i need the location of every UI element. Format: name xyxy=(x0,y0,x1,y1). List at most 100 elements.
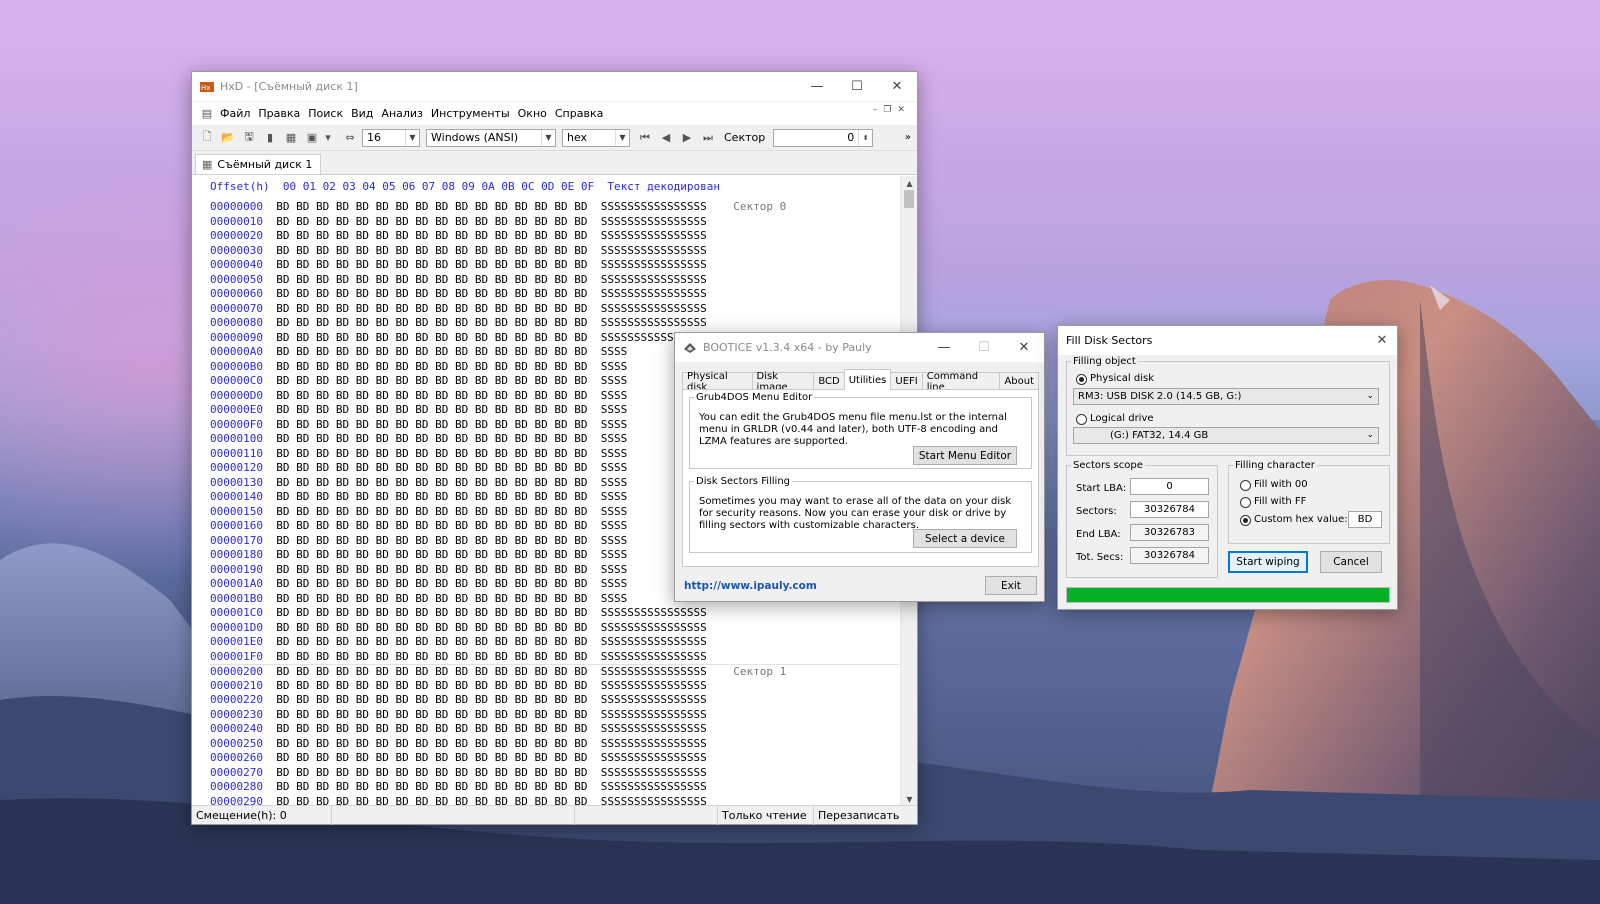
row-text[interactable]: SSSSSSSSSSSSSSSS xyxy=(601,665,707,678)
hex-row[interactable]: 000001D0 BD BD BD BD BD BD BD BD BD BD B… xyxy=(210,621,902,636)
save-icon[interactable]: 🖫 xyxy=(240,129,258,147)
row-text[interactable]: SSSS xyxy=(601,476,628,489)
row-bytes[interactable]: BD BD BD BD BD BD BD BD BD BD BD BD BD B… xyxy=(276,374,587,387)
row-bytes[interactable]: BD BD BD BD BD BD BD BD BD BD BD BD BD B… xyxy=(276,548,587,561)
bytes-per-row-select[interactable]: 16 ▼ xyxy=(362,128,420,147)
row-text[interactable]: SSSSSSSSSSSSSSSS xyxy=(601,244,707,257)
hex-row[interactable]: 00000040 BD BD BD BD BD BD BD BD BD BD B… xyxy=(210,258,902,273)
open-disk-icon[interactable]: ▮ xyxy=(261,129,279,147)
row-bytes[interactable]: BD BD BD BD BD BD BD BD BD BD BD BD BD B… xyxy=(276,708,587,721)
hex-row[interactable]: 00000240 BD BD BD BD BD BD BD BD BD BD B… xyxy=(210,722,902,737)
next-sector-icon[interactable]: ▶ xyxy=(678,129,696,147)
row-bytes[interactable]: BD BD BD BD BD BD BD BD BD BD BD BD BD B… xyxy=(276,693,587,706)
hxd-titlebar[interactable]: Hx HxD - [Съёмный диск 1] — ☐ ✕ xyxy=(192,72,917,101)
row-bytes[interactable]: BD BD BD BD BD BD BD BD BD BD BD BD BD B… xyxy=(276,229,587,242)
custom-hex-input[interactable]: BD xyxy=(1348,511,1382,528)
row-text[interactable]: SSSSSSSSSSSSSSSS xyxy=(601,635,707,648)
row-text[interactable]: SSSS xyxy=(601,548,628,561)
spinner-icon[interactable]: ⬍ xyxy=(858,129,872,146)
row-text[interactable]: SSSS xyxy=(601,447,628,460)
open-ram-icon[interactable]: ▦ xyxy=(282,129,300,147)
hex-row[interactable]: 00000000 BD BD BD BD BD BD BD BD BD BD B… xyxy=(210,200,902,215)
hex-row[interactable]: 00000210 BD BD BD BD BD BD BD BD BD BD B… xyxy=(210,679,902,694)
row-text[interactable]: SSSSSSSSSSSSSSSS xyxy=(601,766,707,779)
row-text[interactable]: SSSS xyxy=(601,374,628,387)
close-button[interactable]: ✕ xyxy=(1367,326,1397,355)
row-text[interactable]: SSSSSSSSSSSSSSSS xyxy=(601,780,707,793)
row-text[interactable]: SSSS xyxy=(601,461,628,474)
row-text[interactable]: SSSSSSSSSSSSSSSS xyxy=(601,693,707,706)
scroll-down-icon[interactable]: ▼ xyxy=(901,792,918,806)
row-text[interactable]: SSSS xyxy=(601,519,628,532)
hex-row[interactable]: 00000250 BD BD BD BD BD BD BD BD BD BD B… xyxy=(210,737,902,752)
hex-row[interactable]: 00000020 BD BD BD BD BD BD BD BD BD BD B… xyxy=(210,229,902,244)
dropdown-icon[interactable]: ▾ xyxy=(324,129,332,147)
menu-edit[interactable]: Правка xyxy=(258,107,300,120)
scroll-up-icon[interactable]: ▲ xyxy=(901,176,918,190)
logical-drive-label[interactable]: Logical drive xyxy=(1090,413,1154,424)
menu-help[interactable]: Справка xyxy=(555,107,603,120)
row-bytes[interactable]: BD BD BD BD BD BD BD BD BD BD BD BD BD B… xyxy=(276,418,587,431)
select-device-button[interactable]: Select a device xyxy=(913,529,1017,548)
offset-base-select[interactable]: hex ▼ xyxy=(562,128,630,147)
tab-disk-image[interactable]: Disk image xyxy=(751,371,815,393)
row-text[interactable]: SSSSSSSSSSSSSSSS xyxy=(601,722,707,735)
row-bytes[interactable]: BD BD BD BD BD BD BD BD BD BD BD BD BD B… xyxy=(276,679,587,692)
fill-00-label[interactable]: Fill with 00 xyxy=(1254,479,1308,490)
physical-disk-select[interactable]: RM3: USB DISK 2.0 (14.5 GB, G:) ⌄ xyxy=(1073,388,1379,405)
row-text[interactable]: SSSS xyxy=(601,418,628,431)
row-bytes[interactable]: BD BD BD BD BD BD BD BD BD BD BD BD BD B… xyxy=(276,331,587,344)
row-bytes[interactable]: BD BD BD BD BD BD BD BD BD BD BD BD BD B… xyxy=(276,316,587,329)
prev-sector-icon[interactable]: ◀ xyxy=(657,129,675,147)
row-text[interactable]: SSSS xyxy=(601,577,628,590)
properties-icon[interactable]: ▣ xyxy=(303,129,321,147)
row-bytes[interactable]: BD BD BD BD BD BD BD BD BD BD BD BD BD B… xyxy=(276,780,587,793)
start-wiping-button[interactable]: Start wiping xyxy=(1228,551,1308,573)
minimize-button[interactable]: — xyxy=(924,333,964,362)
exit-button[interactable]: Exit xyxy=(985,576,1037,595)
row-text[interactable]: SSSS xyxy=(601,563,628,576)
hex-row[interactable]: 00000260 BD BD BD BD BD BD BD BD BD BD B… xyxy=(210,751,902,766)
fill-ff-radio[interactable] xyxy=(1240,497,1251,508)
row-text[interactable]: SSSSSSSSSSSSSSSS xyxy=(601,621,707,634)
row-bytes[interactable]: BD BD BD BD BD BD BD BD BD BD BD BD BD B… xyxy=(276,606,587,619)
row-bytes[interactable]: BD BD BD BD BD BD BD BD BD BD BD BD BD B… xyxy=(276,519,587,532)
row-text[interactable]: SSSSSSSSSSSSSSSS xyxy=(601,679,707,692)
row-text[interactable]: SSSS xyxy=(601,403,628,416)
row-text[interactable]: SSSSSSSSSSSSSSSS xyxy=(601,229,707,242)
row-text[interactable]: SSSS xyxy=(601,490,628,503)
hex-row[interactable]: 00000270 BD BD BD BD BD BD BD BD BD BD B… xyxy=(210,766,902,781)
row-text[interactable]: SSSSSSSSSSSSSSSS xyxy=(601,302,707,315)
row-text[interactable]: SSSSSSSSSSSSSSSS xyxy=(601,258,707,271)
scroll-thumb[interactable] xyxy=(904,190,914,208)
custom-hex-radio[interactable] xyxy=(1240,515,1251,526)
cancel-button[interactable]: Cancel xyxy=(1320,551,1382,573)
charset-select[interactable]: Windows (ANSI) ▼ xyxy=(426,128,556,147)
tab-utilities[interactable]: Utilities xyxy=(843,369,892,390)
row-bytes[interactable]: BD BD BD BD BD BD BD BD BD BD BD BD BD B… xyxy=(276,273,587,286)
status-readonly[interactable]: Только чтение xyxy=(718,805,814,825)
row-bytes[interactable]: BD BD BD BD BD BD BD BD BD BD BD BD BD B… xyxy=(276,751,587,764)
status-overwrite[interactable]: Перезаписать xyxy=(814,806,908,825)
row-text[interactable]: SSSSSSSSSSSSSSSS xyxy=(601,215,707,228)
document-menu-icon[interactable]: ▤ xyxy=(198,105,216,123)
row-bytes[interactable]: BD BD BD BD BD BD BD BD BD BD BD BD BD B… xyxy=(276,534,587,547)
hex-row[interactable]: 00000220 BD BD BD BD BD BD BD BD BD BD B… xyxy=(210,693,902,708)
row-bytes[interactable]: BD BD BD BD BD BD BD BD BD BD BD BD BD B… xyxy=(276,490,587,503)
row-bytes[interactable]: BD BD BD BD BD BD BD BD BD BD BD BD BD B… xyxy=(276,650,587,663)
custom-hex-label[interactable]: Custom hex value: xyxy=(1254,514,1348,525)
tab-about[interactable]: About xyxy=(999,372,1040,390)
row-text[interactable]: SSSSSSSSSSSSSSSS xyxy=(601,316,707,329)
row-bytes[interactable]: BD BD BD BD BD BD BD BD BD BD BD BD BD B… xyxy=(276,403,587,416)
row-bytes[interactable]: BD BD BD BD BD BD BD BD BD BD BD BD BD B… xyxy=(276,258,587,271)
row-bytes[interactable]: BD BD BD BD BD BD BD BD BD BD BD BD BD B… xyxy=(276,447,587,460)
hex-row[interactable]: 00000060 BD BD BD BD BD BD BD BD BD BD B… xyxy=(210,287,902,302)
sector-input[interactable]: 0 ⬍ xyxy=(773,128,874,147)
row-text[interactable]: SSSS xyxy=(601,389,628,402)
row-text[interactable]: SSSS xyxy=(601,534,628,547)
sectors-input[interactable]: 30326784 xyxy=(1130,501,1209,518)
menu-file[interactable]: Файл xyxy=(220,107,250,120)
bootice-titlebar[interactable]: BOOTICE v1.3.4 x64 - by Pauly — ☐ ✕ xyxy=(675,333,1044,362)
hex-row[interactable]: 00000200 BD BD BD BD BD BD BD BD BD BD B… xyxy=(210,664,902,679)
last-sector-icon[interactable]: ⏭ xyxy=(699,129,717,147)
